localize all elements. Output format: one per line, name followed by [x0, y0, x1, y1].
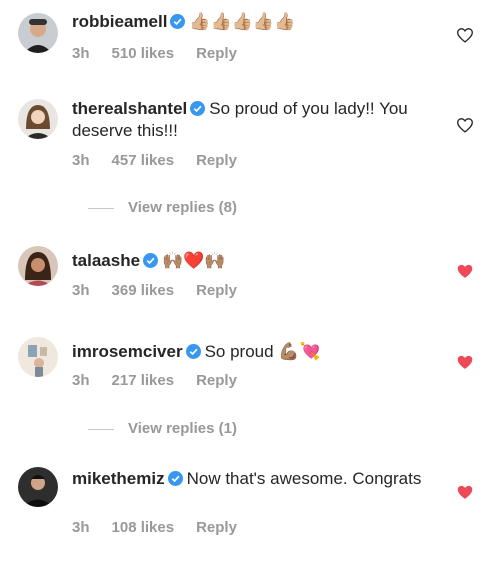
heart-filled-icon[interactable] [456, 263, 474, 279]
comment-username[interactable]: robbieamell [72, 12, 167, 31]
comment-time: 3h [72, 372, 90, 389]
comment-emoji: 💪🏽💘 [278, 342, 321, 362]
avatar[interactable] [18, 246, 58, 286]
comment-meta: 3h 108 likes Reply [72, 519, 259, 536]
reply-button[interactable]: Reply [196, 519, 237, 536]
avatar[interactable] [18, 467, 58, 507]
view-replies-label: View replies (8) [128, 199, 237, 216]
divider [88, 428, 114, 430]
verified-badge-icon [170, 14, 186, 29]
likes-count[interactable]: 217 likes [112, 372, 175, 389]
comment-meta: 3h 217 likes Reply [72, 372, 259, 389]
verified-badge-icon [190, 101, 206, 116]
avatar[interactable] [18, 99, 58, 139]
view-replies-button[interactable]: View replies (8) [88, 199, 237, 216]
view-replies-label: View replies (1) [128, 420, 237, 437]
heart-outline-icon[interactable] [456, 117, 474, 133]
comment-time: 3h [72, 152, 90, 169]
comment-username[interactable]: talaashe [72, 251, 140, 270]
comment-time: 3h [72, 45, 90, 62]
likes-count[interactable]: 108 likes [112, 519, 175, 536]
reply-button[interactable]: Reply [196, 45, 237, 62]
view-replies-button[interactable]: View replies (1) [88, 420, 237, 437]
comment-time: 3h [72, 519, 90, 536]
verified-badge-icon [167, 471, 183, 486]
reply-button[interactable]: Reply [196, 152, 237, 169]
heart-filled-icon[interactable] [456, 484, 474, 500]
heart-outline-icon[interactable] [456, 27, 474, 43]
comment-meta: 3h 369 likes Reply [72, 282, 259, 299]
comment-meta: 3h 510 likes Reply [72, 45, 259, 62]
comment-username[interactable]: therealshantel [72, 99, 187, 118]
avatar[interactable] [18, 13, 58, 53]
reply-button[interactable]: Reply [196, 282, 237, 299]
comment-text: 🙌🏽❤️🙌🏽 [162, 251, 226, 271]
likes-count[interactable]: 369 likes [112, 282, 175, 299]
avatar[interactable] [18, 337, 58, 377]
verified-badge-icon [143, 253, 159, 268]
comment-text: So proud [204, 342, 274, 361]
comment-text: 👍🏼👍🏼👍🏼👍🏼👍🏼 [189, 12, 296, 32]
comment-text: Now that's awesome. Congrats [186, 469, 422, 488]
divider [88, 207, 114, 209]
verified-badge-icon [185, 344, 201, 359]
comment-meta: 3h 457 likes Reply [72, 152, 259, 169]
comment-username[interactable]: mikethemiz [72, 469, 165, 488]
reply-button[interactable]: Reply [196, 372, 237, 389]
likes-count[interactable]: 457 likes [112, 152, 175, 169]
heart-filled-icon[interactable] [456, 354, 474, 370]
comment-time: 3h [72, 282, 90, 299]
comment-username[interactable]: imrosemciver [72, 342, 183, 361]
likes-count[interactable]: 510 likes [112, 45, 175, 62]
